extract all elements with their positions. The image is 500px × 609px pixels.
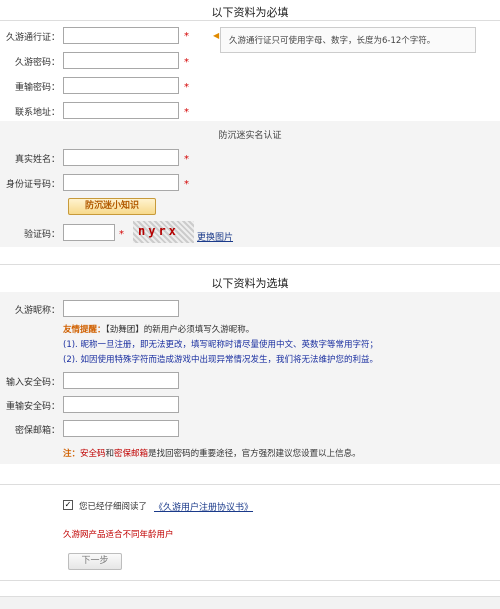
- idcard-input[interactable]: [63, 174, 179, 191]
- realname-section-title: 防沉迷实名认证: [218, 131, 282, 141]
- agreement-link[interactable]: 《久游用户注册协议书》: [154, 500, 253, 513]
- note-keyword-secure-email: 密保邮箱: [114, 449, 149, 459]
- optional-section-title: 以下资料为选填: [211, 277, 289, 290]
- friendly-tip-text: 【劲舞团】的新用户必须填写久游昵称。: [105, 325, 255, 335]
- anti-addiction-knowledge-button[interactable]: 防沉迷小知识: [68, 198, 156, 215]
- realname-label: 真实姓名：: [14, 155, 60, 165]
- realname-input[interactable]: [63, 149, 179, 166]
- required-mark: *: [184, 31, 189, 42]
- friendly-tip-prefix: 友情提醒：: [63, 325, 106, 335]
- divider: [0, 580, 500, 581]
- tip-arrow-icon: ◀: [213, 31, 220, 40]
- nickname-input[interactable]: [63, 300, 179, 317]
- secure-email-input[interactable]: [63, 420, 179, 437]
- nickname-note-1: (1). 昵称一旦注册，即无法更改，填写昵称时请尽量使用中文、英数字等常用字符；: [63, 340, 378, 350]
- note-and: 和: [105, 449, 115, 459]
- password-label: 久游密码：: [14, 58, 60, 68]
- passport-tip: 久游通行证只可使用字母、数字，长度为6-12个字符。: [220, 27, 476, 53]
- agreement-checkbox[interactable]: ✓: [63, 500, 73, 510]
- captcha-label: 验证码：: [23, 230, 60, 240]
- refresh-captcha-link[interactable]: 更换图片: [197, 230, 233, 243]
- passport-input[interactable]: [63, 27, 179, 44]
- repassword-label: 重输密码：: [14, 83, 60, 93]
- required-mark: *: [184, 82, 189, 93]
- password-input[interactable]: [63, 52, 179, 69]
- required-mark: *: [184, 179, 189, 190]
- re-security-code-label: 重输安全码：: [5, 402, 60, 412]
- security-code-label: 输入安全码：: [5, 378, 60, 388]
- agreement-text: 您已经仔细阅读了: [79, 502, 148, 512]
- friendly-tip: 友情提醒：【劲舞团】的新用户必须填写久游昵称。: [63, 323, 254, 335]
- nickname-note-2: (2). 如因使用特殊字符而造成游戏中出现异常情况发生，我们将无法维护您的利益。: [63, 355, 378, 365]
- note-prefix: 注：: [63, 449, 81, 459]
- divider: [0, 484, 500, 485]
- passport-label: 久游通行证：: [5, 33, 60, 43]
- idcard-label: 身份证号码：: [5, 180, 60, 190]
- next-step-button[interactable]: 下一步: [68, 553, 122, 570]
- security-note: 注：安全码和密保邮箱是找回密码的重要途径，官方强烈建议您设置以上信息。: [63, 447, 361, 459]
- footer-bar: [0, 596, 500, 609]
- repassword-input[interactable]: [63, 77, 179, 94]
- re-security-code-input[interactable]: [63, 396, 179, 413]
- note-rest: 是找回密码的重要途径，官方强烈建议您设置以上信息。: [148, 449, 361, 459]
- address-input[interactable]: [63, 102, 179, 119]
- captcha-input[interactable]: [63, 224, 115, 241]
- divider: [0, 264, 500, 265]
- required-mark: *: [184, 154, 189, 165]
- captcha-image: nyrx: [133, 221, 194, 243]
- required-mark: *: [184, 57, 189, 68]
- required-mark: *: [184, 107, 189, 118]
- address-label: 联系地址：: [14, 108, 60, 118]
- nickname-label: 久游昵称：: [14, 306, 60, 316]
- security-code-input[interactable]: [63, 372, 179, 389]
- age-notice: 久游网产品适合不同年龄用户: [63, 530, 174, 540]
- required-mark: *: [119, 229, 124, 240]
- divider: [0, 20, 500, 21]
- secure-email-label: 密保邮箱：: [14, 426, 60, 436]
- note-keyword-security-code: 安全码: [80, 449, 106, 459]
- required-section-title: 以下资料为必填: [211, 6, 289, 19]
